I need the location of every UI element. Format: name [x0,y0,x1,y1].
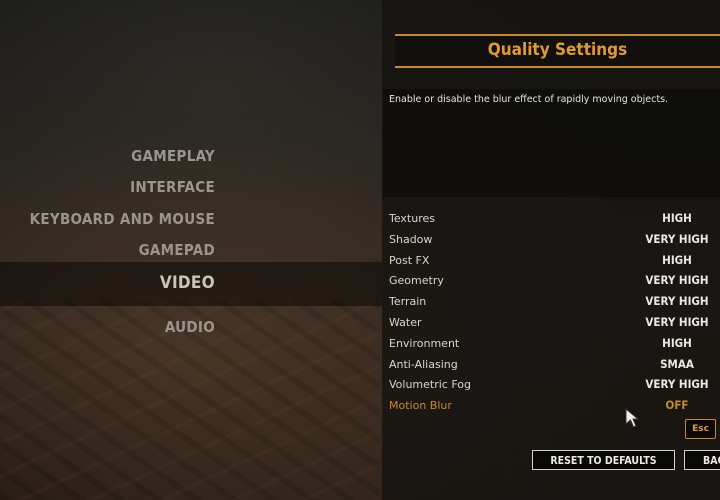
setting-value[interactable]: VERY HIGH [615,315,720,329]
menu-item-audio[interactable]: AUDIO [0,318,215,336]
setting-row-anti-aliasing[interactable]: Anti-Aliasing SMAA [383,354,720,375]
description-box: Enable or disable the blur effect of rap… [383,89,720,197]
setting-label: Shadow [389,232,433,246]
setting-row-water[interactable]: Water VERY HIGH [383,312,720,333]
setting-row-textures[interactable]: Textures HIGH [383,208,720,229]
menu-item-video[interactable]: VIDEO [0,273,215,293]
setting-value[interactable]: VERY HIGH [615,273,720,287]
setting-label: Environment [389,336,460,350]
back-button[interactable]: BACK [684,450,720,470]
setting-label: Geometry [389,274,444,288]
setting-row-geometry[interactable]: Geometry VERY HIGH [383,270,720,291]
setting-value[interactable]: VERY HIGH [615,377,720,391]
setting-value[interactable]: HIGH [615,336,720,350]
setting-label: Textures [389,212,435,225]
setting-description: Enable or disable the blur effect of rap… [389,94,669,105]
setting-label: Volumetric Fog [389,378,471,392]
setting-label: Terrain [389,295,427,309]
quality-settings-list: Textures HIGH Shadow VERY HIGH Post FX H… [383,208,720,416]
panel-title-bar: Quality Settings [395,34,720,68]
setting-row-volumetric-fog[interactable]: Volumetric Fog VERY HIGH [383,374,720,395]
setting-row-terrain[interactable]: Terrain VERY HIGH [383,291,720,312]
setting-value[interactable]: SMAA [615,357,720,371]
setting-value[interactable]: VERY HIGH [615,232,720,246]
setting-row-motion-blur[interactable]: Motion Blur OFF [383,395,720,416]
setting-value[interactable]: HIGH [615,253,720,267]
esc-button[interactable]: Esc [685,419,716,439]
setting-label: Post FX [389,253,430,267]
setting-row-shadow[interactable]: Shadow VERY HIGH [383,229,720,250]
setting-label: Motion Blur [389,399,452,413]
menu-item-interface[interactable]: INTERFACE [0,178,215,196]
setting-label: Anti-Aliasing [389,357,458,371]
reset-to-defaults-button[interactable]: RESET TO DEFAULTS [532,450,675,470]
setting-row-environment[interactable]: Environment HIGH [383,333,720,354]
setting-value[interactable]: HIGH [615,211,720,225]
menu-item-gameplay[interactable]: GAMEPLAY [0,147,215,165]
setting-label: Water [389,315,422,329]
setting-value[interactable]: VERY HIGH [615,294,720,308]
panel-title: Quality Settings [487,40,628,60]
setting-row-post-fx[interactable]: Post FX HIGH [383,250,720,271]
mouse-cursor-icon [625,407,640,428]
menu-item-keyboard-and-mouse[interactable]: KEYBOARD AND MOUSE [0,210,215,228]
menu-item-gamepad[interactable]: GAMEPAD [0,241,215,259]
